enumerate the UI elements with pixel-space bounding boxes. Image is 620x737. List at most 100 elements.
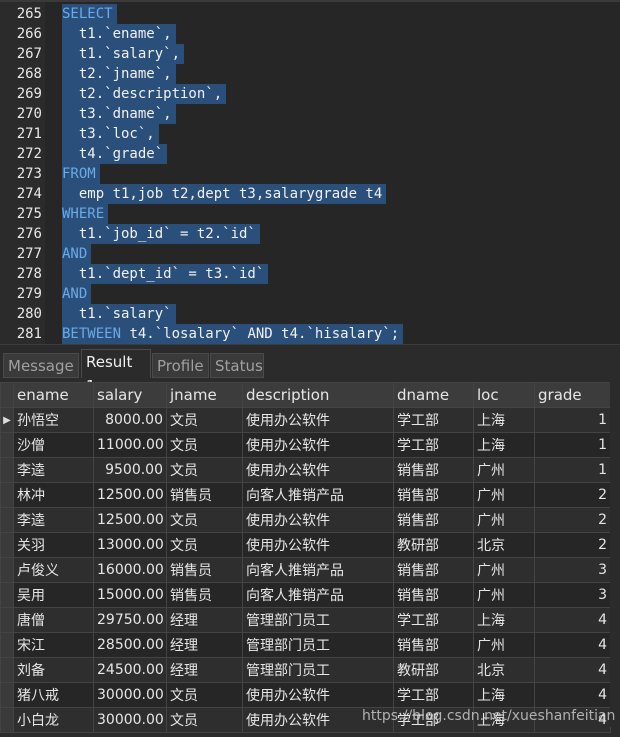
cell-jname[interactable]: 文员 [166,682,243,708]
cell-ename[interactable]: 小白龙 [13,707,94,733]
column-header-jname[interactable]: jname [166,382,243,408]
cell-jname[interactable]: 经理 [166,607,243,633]
cell-jname[interactable]: 销售员 [166,557,243,583]
code-line[interactable]: 271 t3.`loc`, [0,124,620,144]
cell-description[interactable]: 使用办公软件 [242,457,394,483]
tab-profile[interactable]: Profile [152,353,209,378]
cell-ename[interactable]: 唐僧 [13,607,94,633]
cell-loc[interactable]: 广州 [473,582,535,608]
cell-salary[interactable]: 12500.00 [93,507,167,533]
code-line[interactable]: 268 t2.`jname`, [0,64,620,84]
code-line[interactable]: 265 SELECT [0,4,620,24]
cell-ename[interactable]: 李逵 [13,457,94,483]
cell-loc[interactable]: 上海 [473,407,535,433]
cell-description[interactable]: 管理部门员工 [242,607,394,633]
cell-ename[interactable]: 林冲 [13,482,94,508]
table-row[interactable]: 卢俊义 16000.00 销售员 向客人推销产品 销售部 广州 3 [0,557,611,583]
cell-loc[interactable]: 上海 [473,432,535,458]
cell-jname[interactable]: 文员 [166,432,243,458]
cell-salary[interactable]: 11000.00 [93,432,167,458]
code-line[interactable]: 267 t1.`salary`, [0,44,620,64]
cell-jname[interactable]: 销售员 [166,582,243,608]
cell-loc[interactable]: 上海 [473,607,535,633]
table-row[interactable]: 关羽 13000.00 文员 使用办公软件 教研部 北京 2 [0,532,611,558]
cell-loc[interactable]: 北京 [473,532,535,558]
cell-jname[interactable]: 经理 [166,632,243,658]
cell-loc[interactable]: 广州 [473,557,535,583]
row-indicator[interactable] [0,632,14,658]
row-indicator[interactable] [0,657,14,683]
row-indicator[interactable] [0,682,14,708]
cell-loc[interactable]: 广州 [473,632,535,658]
column-header-description[interactable]: description [242,382,394,408]
code-line[interactable]: 279 AND [0,284,620,304]
cell-dname[interactable]: 销售部 [393,557,474,583]
row-indicator[interactable] [0,432,14,458]
column-header-dname[interactable]: dname [393,382,474,408]
cell-ename[interactable]: 李逵 [13,507,94,533]
code-line[interactable]: 266 t1.`ename`, [0,24,620,44]
column-header-salary[interactable]: salary [93,382,167,408]
tab-message[interactable]: Message [3,353,79,378]
table-row[interactable]: 刘备 24500.00 经理 管理部门员工 教研部 北京 4 [0,657,611,683]
cell-salary[interactable]: 29750.00 [93,607,167,633]
cell-salary[interactable]: 12500.00 [93,482,167,508]
table-row[interactable]: 沙僧 11000.00 文员 使用办公软件 学工部 上海 1 [0,432,611,458]
column-header-loc[interactable]: loc [473,382,535,408]
cell-ename[interactable]: 吴用 [13,582,94,608]
cell-description[interactable]: 使用办公软件 [242,407,394,433]
cell-dname[interactable]: 销售部 [393,482,474,508]
sql-editor[interactable]: 265 SELECT 266 t1.`ename`, 267 t1.`salary`,… [0,0,620,344]
cell-loc[interactable]: 广州 [473,507,535,533]
row-indicator[interactable] [0,582,14,608]
code-line[interactable]: 281 BETWEEN t4.`losalary` AND t4.`hisalar… [0,324,620,344]
column-header-grade[interactable]: grade [534,382,611,408]
code-line[interactable]: 269 t2.`description`, [0,84,620,104]
cell-grade[interactable]: 3 [534,557,611,583]
cell-salary[interactable]: 30000.00 [93,682,167,708]
cell-loc[interactable]: 北京 [473,657,535,683]
tab-result-1[interactable]: Result 1 [81,349,151,395]
table-row[interactable]: 吴用 15000.00 销售员 向客人推销产品 销售部 广州 3 [0,582,611,608]
code-line[interactable]: 278 t1.`dept_id` = t3.`id` [0,264,620,284]
cell-description[interactable]: 使用办公软件 [242,532,394,558]
cell-description[interactable]: 使用办公软件 [242,432,394,458]
cell-grade[interactable]: 2 [534,482,611,508]
cell-ename[interactable]: 刘备 [13,657,94,683]
table-row[interactable]: 猪八戒 30000.00 文员 使用办公软件 学工部 上海 4 [0,682,611,708]
cell-ename[interactable]: 关羽 [13,532,94,558]
cell-dname[interactable]: 学工部 [393,432,474,458]
cell-salary[interactable]: 30000.00 [93,707,167,733]
cell-salary[interactable]: 16000.00 [93,557,167,583]
code-line[interactable]: 276 t1.`job_id` = t2.`id` [0,224,620,244]
cell-ename[interactable]: 猪八戒 [13,682,94,708]
cell-grade[interactable]: 4 [534,607,611,633]
cell-description[interactable]: 管理部门员工 [242,657,394,683]
cell-jname[interactable]: 经理 [166,657,243,683]
row-indicator[interactable] [0,532,14,558]
table-row[interactable]: 唐僧 29750.00 经理 管理部门员工 学工部 上海 4 [0,607,611,633]
code-line[interactable]: 272 t4.`grade` [0,144,620,164]
cell-grade[interactable]: 1 [534,432,611,458]
cell-salary[interactable]: 24500.00 [93,657,167,683]
code-line[interactable]: 277 AND [0,244,620,264]
cell-salary[interactable]: 28500.00 [93,632,167,658]
code-line[interactable]: 273 FROM [0,164,620,184]
cell-description[interactable]: 使用办公软件 [242,507,394,533]
code-line[interactable]: 270 t3.`dname`, [0,104,620,124]
table-row[interactable]: 李逵 12500.00 文员 使用办公软件 销售部 广州 2 [0,507,611,533]
cell-description[interactable]: 向客人推销产品 [242,557,394,583]
cell-dname[interactable]: 教研部 [393,657,474,683]
row-indicator[interactable] [0,507,14,533]
cell-grade[interactable]: 3 [534,582,611,608]
cell-loc[interactable]: 广州 [473,482,535,508]
cell-dname[interactable]: 销售部 [393,632,474,658]
table-row[interactable]: 李逵 9500.00 文员 使用办公软件 销售部 广州 1 [0,457,611,483]
row-indicator[interactable] [0,707,14,733]
code-line[interactable]: 280 t1.`salary` [0,304,620,324]
cell-dname[interactable]: 学工部 [393,407,474,433]
code-line[interactable]: 275 WHERE [0,204,620,224]
cell-jname[interactable]: 文员 [166,407,243,433]
cell-dname[interactable]: 学工部 [393,682,474,708]
cell-ename[interactable]: 孙悟空 [13,407,94,433]
